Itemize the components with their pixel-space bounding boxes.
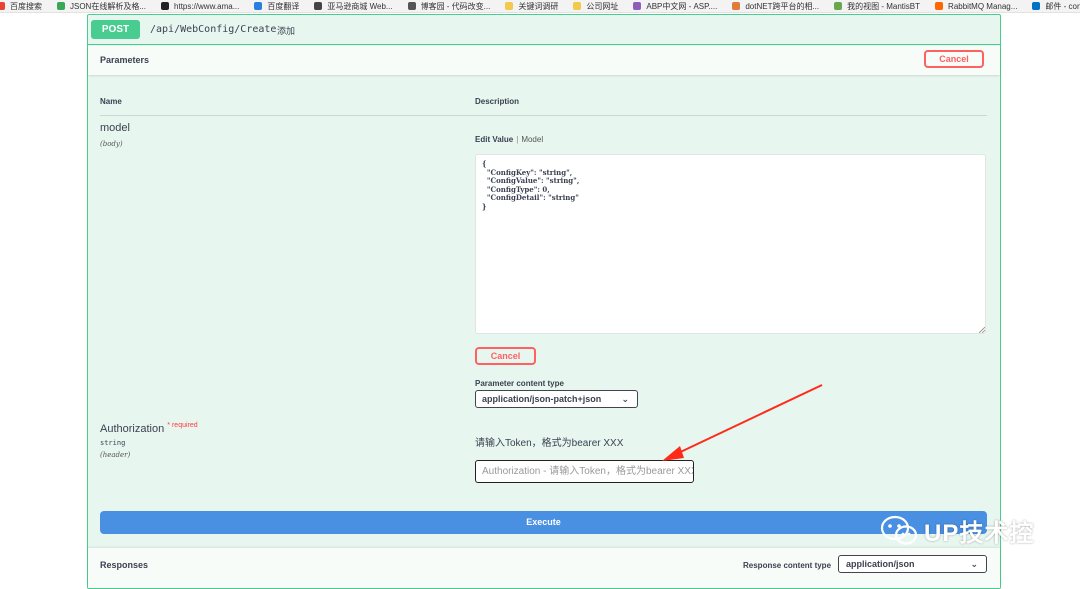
bookmark-favicon-icon: [314, 2, 323, 10]
tab-model[interactable]: Model: [521, 135, 543, 144]
bookmark-label: 公司网址: [586, 1, 619, 11]
parameter-content-type-select[interactable]: application/json-patch+json ⌄: [475, 390, 638, 408]
parameters-section-header: Parameters Cancel: [88, 46, 1000, 75]
parameter-content-type-value: application/json-patch+json: [482, 394, 602, 404]
bookmark-favicon-icon: [161, 2, 170, 10]
operation-path: /api/WebConfig/Create: [150, 24, 277, 35]
bookmark-favicon-icon: [633, 2, 642, 10]
bookmark-label: 百度翻译: [267, 1, 300, 11]
bookmark-label: ABP中文网 - ASP....: [646, 1, 718, 11]
authorization-input[interactable]: Authorization - 请输入Token，格式为bearer XXX: [475, 460, 694, 483]
bookmark-item[interactable]: JSON在线解析及格...: [57, 1, 146, 12]
column-header-name: Name: [100, 97, 122, 106]
response-content-type-label: Response content type: [743, 561, 832, 570]
bookmark-favicon-icon: [254, 2, 263, 10]
param-name-authorization-label: Authorization: [100, 423, 165, 435]
cancel-body-button[interactable]: Cancel: [475, 347, 536, 365]
bookmark-item[interactable]: ABP中文网 - ASP....: [633, 1, 717, 12]
operation-summary-text: 添加: [277, 26, 296, 36]
bookmark-label: JSON在线解析及格...: [70, 1, 147, 11]
bookmark-item[interactable]: 公司网址: [573, 1, 618, 12]
param-location-header: (header): [100, 451, 131, 459]
bookmark-item[interactable]: 邮件 - conanl@...: [1032, 1, 1080, 12]
bookmark-favicon-icon: [407, 2, 416, 10]
chevron-down-icon: ⌄: [970, 559, 978, 569]
bookmark-label: 邮件 - conanl@...: [1045, 1, 1080, 11]
required-label: required: [171, 422, 198, 429]
bookmark-item[interactable]: dotNET跨平台的相...: [732, 1, 819, 12]
required-star: *: [167, 422, 171, 429]
header-divider: [100, 115, 987, 116]
parameter-content-type-label: Parameter content type: [475, 379, 564, 388]
bookmark-label: https://www.ama...: [174, 1, 240, 11]
bookmark-favicon-icon: [1032, 2, 1041, 10]
column-header-description: Description: [475, 97, 520, 106]
tab-edit-value[interactable]: Edit Value: [475, 135, 513, 144]
response-content-type-value: application/json: [846, 559, 915, 569]
parameters-title: Parameters: [100, 55, 150, 65]
chevron-down-icon: ⌄: [621, 394, 629, 404]
authorization-description: 请输入Token，格式为bearer XXX: [475, 438, 624, 449]
bookmark-favicon-icon: [834, 2, 843, 10]
bookmark-label: dotNET跨平台的相...: [745, 1, 820, 11]
bookmark-label: RabbitMQ Manag...: [948, 1, 1018, 11]
bookmark-label: 百度搜索: [10, 1, 42, 11]
bookmark-item[interactable]: RabbitMQ Manag...: [935, 2, 1017, 11]
bookmark-item[interactable]: https://www.ama...: [161, 2, 239, 11]
param-location-body: (body): [100, 140, 123, 148]
param-type-string: string: [100, 439, 126, 447]
param-name-model: model: [100, 122, 130, 134]
execute-button[interactable]: Execute: [100, 511, 987, 534]
bookmark-item[interactable]: 亚马逊商城 Web...: [314, 1, 393, 12]
operation-block: POST /api/WebConfig/Create 添加 Parameters…: [87, 14, 1001, 589]
bookmark-label: 博客园 - 代码改变...: [420, 1, 491, 11]
wechat-icon: [880, 515, 918, 545]
bookmark-item[interactable]: 百度搜索: [0, 1, 42, 12]
bookmark-item[interactable]: 博客园 - 代码改变...: [407, 1, 491, 12]
bookmark-favicon-icon: [505, 2, 514, 10]
watermark: UP技术控: [880, 513, 1034, 548]
bookmark-favicon-icon: [573, 2, 582, 10]
bookmark-label: 关键词调研: [518, 1, 559, 11]
bookmark-label: 亚马逊商城 Web...: [327, 1, 393, 11]
cancel-try-out-button[interactable]: Cancel: [924, 50, 984, 68]
bookmark-item[interactable]: 我的视图 - MantisBT: [834, 1, 920, 12]
response-content-type-select[interactable]: application/json ⌄: [838, 555, 987, 573]
operation-summary[interactable]: POST /api/WebConfig/Create 添加: [88, 15, 1000, 45]
watermark-text: UP技术控: [924, 520, 1035, 547]
responses-title: Responses: [100, 560, 149, 570]
resize-grip-icon[interactable]: [979, 327, 985, 333]
method-badge: POST: [91, 20, 140, 39]
bookmark-favicon-icon: [0, 2, 5, 10]
param-name-authorization: Authorization * required: [100, 422, 198, 435]
tab-separator: |: [516, 135, 519, 144]
bookmark-label: 我的视图 - MantisBT: [847, 1, 921, 11]
bookmark-item[interactable]: 百度翻译: [254, 1, 299, 12]
bookmark-item[interactable]: 关键词调研: [505, 1, 558, 12]
body-tabs: Edit Value | Model: [475, 135, 543, 144]
bookmarks-bar: 百度搜索 JSON在线解析及格... https://www.ama... 百度翻译 亚…: [0, 0, 1080, 13]
body-param-textarea[interactable]: { "ConfigKey": "string", "ConfigValue": …: [475, 154, 986, 334]
bookmark-favicon-icon: [57, 2, 65, 10]
required-indicator: * required: [167, 422, 197, 429]
bookmark-favicon-icon: [935, 2, 944, 10]
responses-section-header: Responses Response content type applicat…: [88, 548, 1000, 588]
bookmark-favicon-icon: [732, 2, 741, 10]
